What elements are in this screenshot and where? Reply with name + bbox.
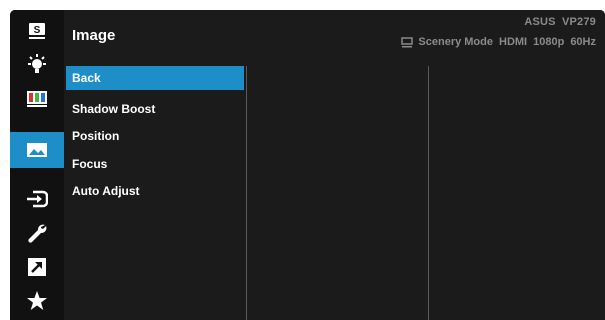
monitor-model: ASUS VP279	[524, 16, 596, 28]
column-divider-1	[246, 66, 247, 320]
rail-item-favorite[interactable]	[10, 284, 64, 318]
rail-item-color[interactable]	[10, 82, 64, 116]
color-icon	[27, 91, 47, 107]
status-resolution: 1080p	[533, 36, 565, 48]
splendid-icon: S	[29, 23, 45, 39]
header: Image ASUS VP279 Scenery Mode HDMI 1080p…	[64, 10, 605, 56]
image-icon	[27, 143, 47, 157]
submenu-list: Back Shadow Boost Position Focus Auto Ad…	[64, 56, 244, 320]
osd-menu: S Image ASUS VP279 Scenery Mode HDMI 108…	[10, 10, 605, 320]
input-select-icon	[27, 190, 48, 208]
status-mode: Scenery Mode	[418, 36, 493, 48]
menu-item-back[interactable]: Back	[66, 66, 244, 90]
rail-item-image[interactable]	[10, 132, 64, 168]
favorite-icon	[27, 291, 47, 310]
page-title: Image	[72, 27, 116, 44]
blue-light-filter-icon	[28, 54, 46, 73]
svg-text:S: S	[34, 25, 41, 36]
column-divider-2	[428, 66, 429, 320]
rail-item-blue-light-filter[interactable]	[10, 48, 64, 82]
menu-item-auto-adjust[interactable]: Auto Adjust	[66, 179, 244, 203]
rail-item-input-select[interactable]	[10, 182, 64, 216]
menu-item-focus[interactable]: Focus	[66, 152, 244, 176]
monitor-icon	[401, 36, 414, 47]
status-bar: Scenery Mode HDMI 1080p 60Hz	[401, 36, 596, 48]
rail-item-shortcut[interactable]	[10, 250, 64, 284]
status-input: HDMI	[499, 36, 528, 48]
rail-item-splendid[interactable]: S	[10, 14, 64, 48]
shortcut-icon	[28, 258, 46, 276]
rail-item-system-setup[interactable]	[10, 216, 64, 250]
status-refresh-rate: 60Hz	[570, 36, 596, 48]
system-setup-icon	[28, 224, 47, 243]
menu-item-position[interactable]: Position	[66, 124, 244, 148]
main-menu-rail: S	[10, 10, 64, 320]
menu-item-shadow-boost[interactable]: Shadow Boost	[66, 97, 244, 121]
